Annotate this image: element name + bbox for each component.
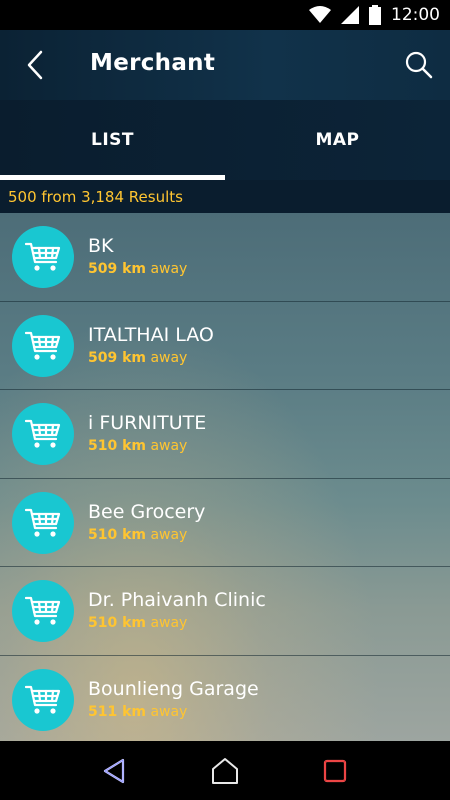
tab-bar: LIST MAP [0,100,450,180]
merchant-distance: 510 km away [88,615,188,631]
home-icon [212,757,238,784]
merchant-name: i FURNITUTE [88,412,207,434]
merchant-distance: 510 km away [88,526,188,543]
cart-icon [12,403,74,465]
merchant-distance: 509 km away [88,349,188,366]
merchant-distance: 510 km away [88,438,188,454]
list-item[interactable]: Bounlieng Garage 511 km away [0,656,450,742]
cart-icon [12,668,74,731]
merchant-distance: 509 km away [88,261,188,277]
square-recents-icon [323,759,347,782]
status-bar: 12:00 [0,0,450,30]
list-item[interactable]: BK 509 km away [0,213,450,302]
list-item[interactable]: ITALTHAI LAO 509 km away [0,302,450,390]
merchant-list: BK 509 km away ITALTHAI LAO 509 km away … [0,213,450,741]
back-button[interactable] [20,50,50,80]
cart-icon [12,226,74,288]
search-icon [405,51,433,79]
cart-icon [12,580,74,642]
status-time: 12:00 [391,5,440,25]
nav-back-button[interactable] [95,751,135,791]
merchant-name: Bee Grocery [88,500,206,523]
app-bar: Merchant [0,30,450,100]
merchant-name: ITALTHAI LAO [88,323,214,346]
tab-list[interactable]: LIST [0,100,225,180]
nav-recents-button[interactable] [315,751,355,791]
merchant-name: Bounlieng Garage [88,677,259,700]
triangle-back-icon [103,758,125,783]
chevron-left-icon [27,50,43,80]
nav-home-button[interactable] [205,751,245,791]
list-item[interactable]: Dr. Phaivanh Clinic 510 km away [0,567,450,656]
battery-icon [369,5,381,25]
cart-icon [12,491,74,554]
search-button[interactable] [404,50,434,80]
system-nav-bar [0,741,450,800]
signal-icon [341,6,359,24]
list-item[interactable]: Bee Grocery 510 km away [0,479,450,567]
cart-icon [12,314,74,377]
list-item[interactable]: i FURNITUTE 510 km away [0,390,450,479]
page-title: Merchant [90,50,216,76]
results-count: 500 from 3,184 Results [0,180,450,213]
tab-map[interactable]: MAP [225,100,450,180]
wifi-icon [309,6,331,23]
merchant-name: BK [88,235,114,257]
merchant-distance: 511 km away [88,703,188,720]
merchant-name: Dr. Phaivanh Clinic [88,589,266,611]
